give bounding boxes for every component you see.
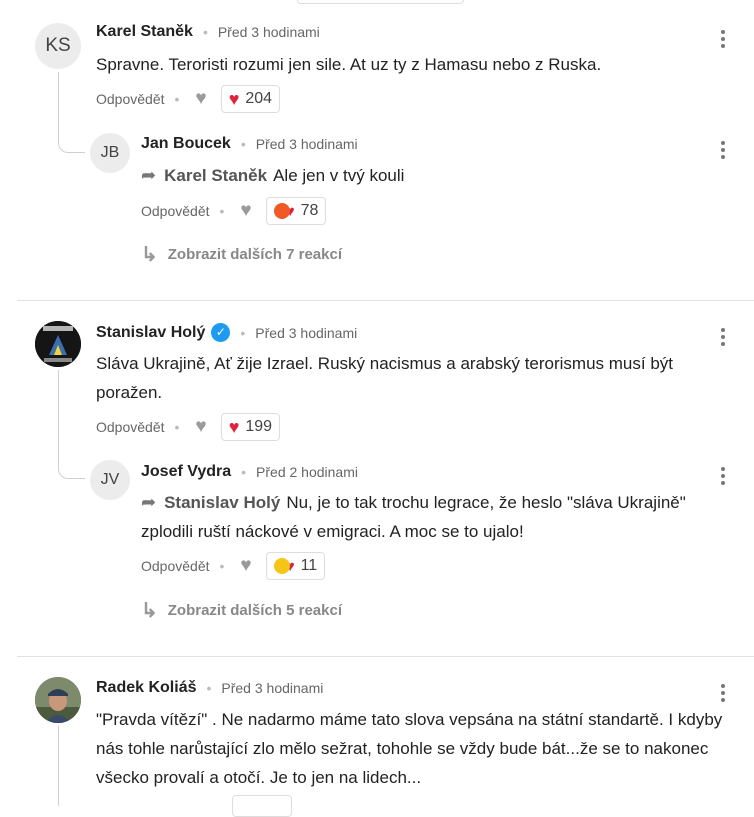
thread-connector — [58, 726, 59, 806]
reactions-summary[interactable] — [232, 795, 292, 817]
comment-header: Radek Koliáš • Před 3 hodinami — [96, 679, 323, 697]
more-vertical-icon[interactable] — [721, 684, 725, 702]
author-name[interactable]: Radek Koliáš — [96, 679, 196, 697]
comment-text-line: nás tohle narůstající zlo mělo sežrat, t… — [96, 739, 709, 758]
timestamp[interactable]: Před 3 hodinami — [221, 680, 323, 696]
comment-text-line: všecko provalí a otočí. Je to jen na lid… — [96, 768, 422, 787]
avatar[interactable] — [35, 677, 81, 723]
separator-dot: • — [206, 680, 212, 696]
comment-text: "Pravda vítězí" . Ne nadarmo máme tato s… — [96, 705, 722, 792]
comment-radek-kolias: Radek Koliáš • Před 3 hodinami "Pravda v… — [0, 0, 754, 817]
avatar-image — [35, 677, 81, 723]
comment-text-line: "Pravda vítězí" . Ne nadarmo máme tato s… — [96, 710, 723, 729]
